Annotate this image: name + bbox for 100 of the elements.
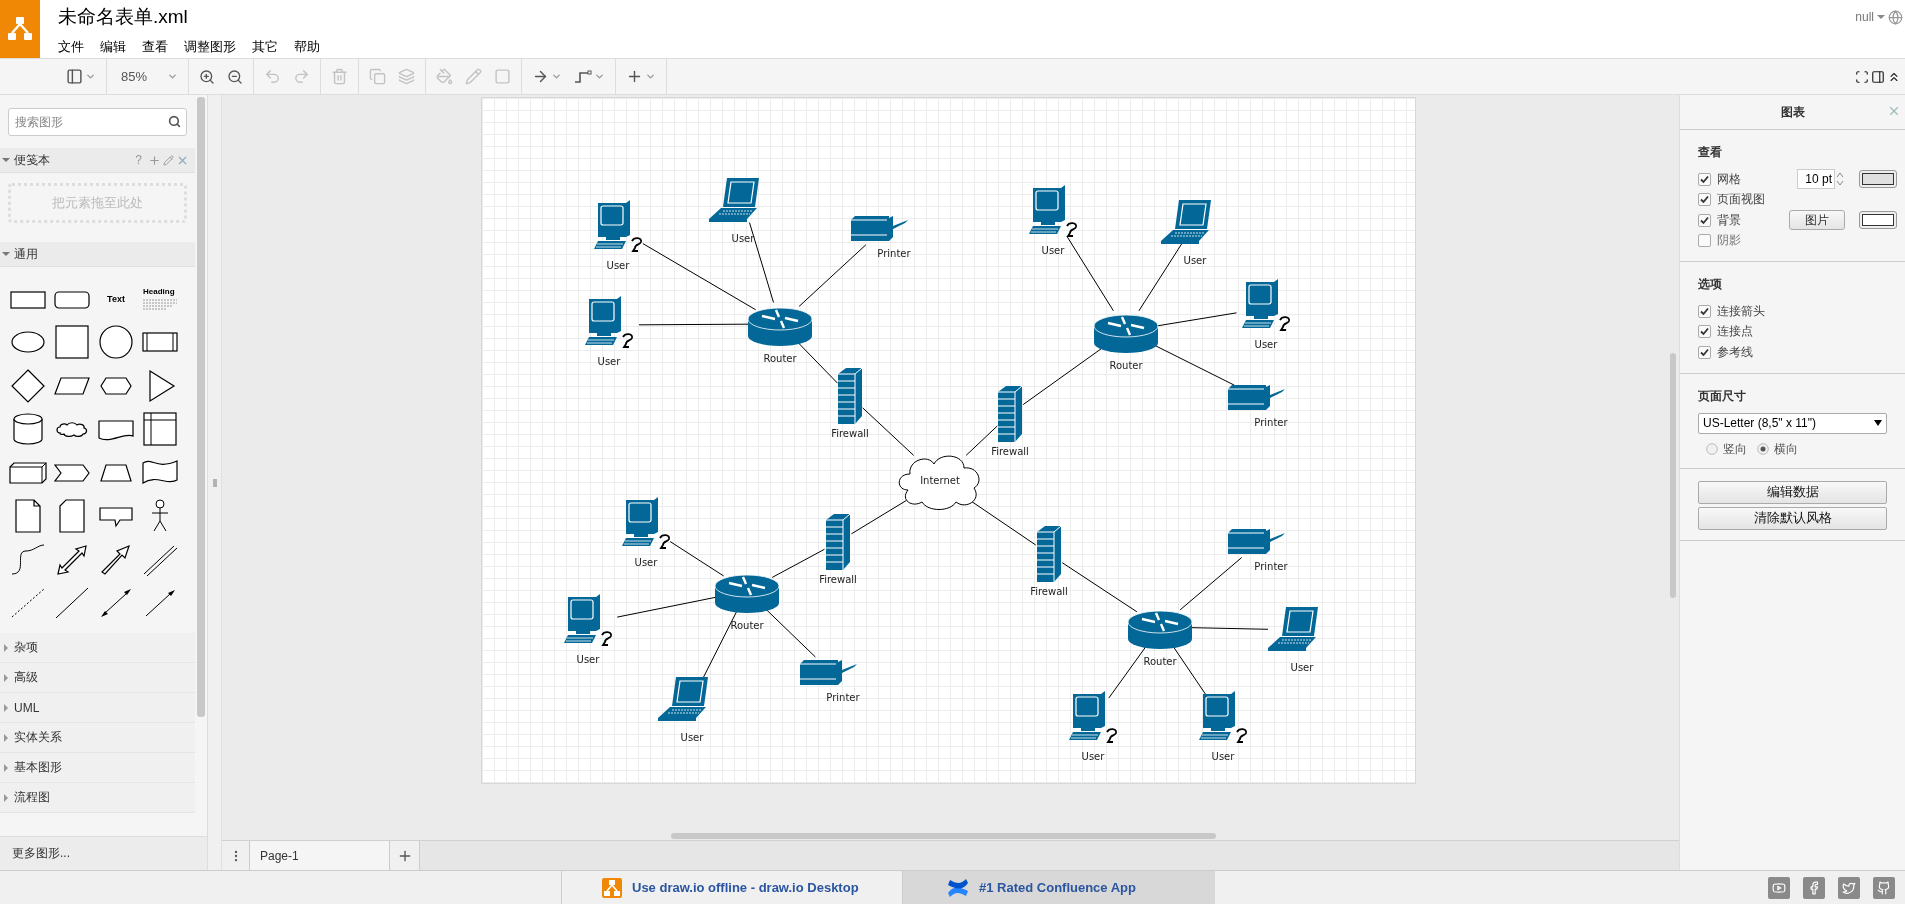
node-label: Firewall — [991, 446, 1029, 457]
circle-shape[interactable] — [96, 325, 136, 360]
format-panel-icon[interactable] — [1871, 69, 1885, 84]
section-heading: 选项 — [1698, 276, 1723, 293]
node-label: User — [606, 260, 630, 271]
radio-label: 横向 — [1774, 440, 1798, 458]
menu-item[interactable]: 调整图形 — [178, 36, 242, 58]
shape-group-header[interactable]: 杂项 — [0, 633, 195, 663]
shape-group-header[interactable]: 基本图形 — [0, 753, 195, 783]
globe-icon[interactable] — [1888, 10, 1903, 25]
panel-button[interactable]: 清除默认风格 — [1698, 506, 1887, 530]
menu-item[interactable]: 文件 — [58, 36, 90, 58]
image-button[interactable]: 图片 — [1789, 210, 1845, 231]
to-back-icon — [398, 68, 416, 85]
firewall-icon — [997, 385, 1023, 443]
node-label: Printer — [1254, 561, 1288, 572]
dropdown-arrow-icon — [1874, 419, 1882, 427]
zoom-out-icon — [227, 68, 244, 85]
radio-label: 竖向 — [1723, 440, 1747, 458]
zoom-dropdown[interactable]: 85% — [115, 63, 181, 90]
node-label: User — [597, 356, 621, 367]
shape-group-header[interactable]: 实体关系 — [0, 723, 195, 753]
connector-line — [765, 608, 816, 658]
checkbox[interactable] — [1698, 345, 1711, 359]
menu-item[interactable]: 查看 — [136, 36, 174, 58]
node-label: Printer — [1254, 417, 1288, 428]
app-logo-icon — [6, 15, 34, 43]
radio-button[interactable] — [1706, 443, 1718, 455]
scrollbar-thumb[interactable] — [197, 97, 205, 717]
firewall-icon — [825, 513, 851, 571]
node-label: Router — [763, 353, 797, 364]
scrollbar-thumb[interactable] — [671, 832, 1216, 839]
fullscreen-icon[interactable] — [1855, 69, 1869, 84]
splitter-handle[interactable] — [208, 95, 222, 870]
printer-icon — [799, 660, 857, 685]
waypoint-icon — [574, 69, 593, 84]
more-shapes-button[interactable]: 更多图形... — [0, 836, 207, 870]
desktop-computer-icon — [1199, 691, 1247, 743]
close-icon — [1887, 104, 1901, 118]
checkbox[interactable] — [1698, 213, 1711, 227]
layout-icon — [66, 68, 83, 85]
search-field[interactable]: 搜索图形 — [8, 108, 187, 136]
menu-item[interactable]: 帮助 — [288, 36, 326, 58]
square-shape[interactable] — [52, 325, 92, 360]
desktop-computer-icon — [1069, 691, 1117, 743]
user-menu[interactable]: null — [1855, 10, 1874, 24]
add-page-button[interactable] — [390, 841, 420, 870]
node-label: Router — [1109, 360, 1143, 371]
github-icon[interactable] — [1873, 876, 1895, 899]
search-icon — [168, 115, 181, 128]
shape-group-header[interactable]: UML — [0, 693, 195, 723]
shape-group-header[interactable]: 流程图 — [0, 783, 195, 813]
connector-line — [971, 501, 1037, 546]
option-label: 连接点 — [1717, 323, 1754, 341]
connector-line — [850, 499, 907, 535]
printer-icon — [850, 216, 908, 241]
caret-icon — [0, 249, 12, 259]
shape-group-header[interactable]: 高级 — [0, 663, 195, 693]
grid-size-field[interactable]: 10 pt — [1797, 169, 1835, 190]
desktop-computer-icon — [1029, 185, 1077, 237]
node-label: Printer — [877, 248, 911, 259]
caret-icon — [551, 71, 563, 82]
spinner-icon[interactable] — [1835, 171, 1845, 188]
checkbox[interactable] — [1698, 325, 1711, 339]
connector-line — [798, 244, 867, 307]
router-icon — [1093, 314, 1159, 353]
promo-link[interactable]: #1 Rated Confluence App — [902, 871, 1215, 904]
page-tab[interactable]: Page-1 — [250, 841, 390, 870]
facebook-icon[interactable] — [1803, 876, 1825, 899]
menu-item[interactable]: 其它 — [246, 36, 284, 58]
checkbox[interactable] — [1698, 172, 1711, 186]
internal-storage-shape[interactable] — [140, 412, 180, 447]
scrollbar-thumb[interactable] — [1670, 353, 1676, 598]
desktop-computer-icon — [585, 296, 633, 348]
node-label: User — [1254, 339, 1278, 350]
option-label: 网格 — [1717, 170, 1742, 188]
printer-icon — [1227, 529, 1285, 554]
text-shape[interactable]: Text — [107, 293, 125, 304]
menu-item[interactable]: 编辑 — [94, 36, 132, 58]
page-size-select[interactable]: US-Letter (8,5" x 11") — [1698, 412, 1887, 434]
firewall-icon — [1036, 525, 1062, 583]
confluence-logo-icon — [947, 877, 969, 898]
checkbox[interactable] — [1698, 234, 1711, 248]
panel-button[interactable]: 编辑数据 — [1698, 480, 1887, 504]
youtube-icon[interactable] — [1768, 876, 1790, 899]
node-label: User — [1183, 255, 1207, 266]
grid-color-swatch[interactable] — [1859, 170, 1897, 189]
node-label: User — [1081, 751, 1105, 762]
section-heading: 查看 — [1698, 144, 1723, 161]
radio-button[interactable] — [1757, 443, 1769, 455]
background-color-swatch[interactable] — [1859, 211, 1897, 230]
checkbox[interactable] — [1698, 304, 1711, 318]
twitter-icon[interactable] — [1838, 876, 1860, 899]
option-label: 背景 — [1717, 211, 1742, 229]
checkbox[interactable] — [1698, 193, 1711, 207]
shape-group-header[interactable]: 通用 — [0, 242, 195, 267]
node-label: Router — [1143, 656, 1177, 667]
to-front-icon — [369, 68, 387, 85]
node-label: Firewall — [1030, 586, 1068, 597]
caret-icon — [0, 155, 12, 165]
